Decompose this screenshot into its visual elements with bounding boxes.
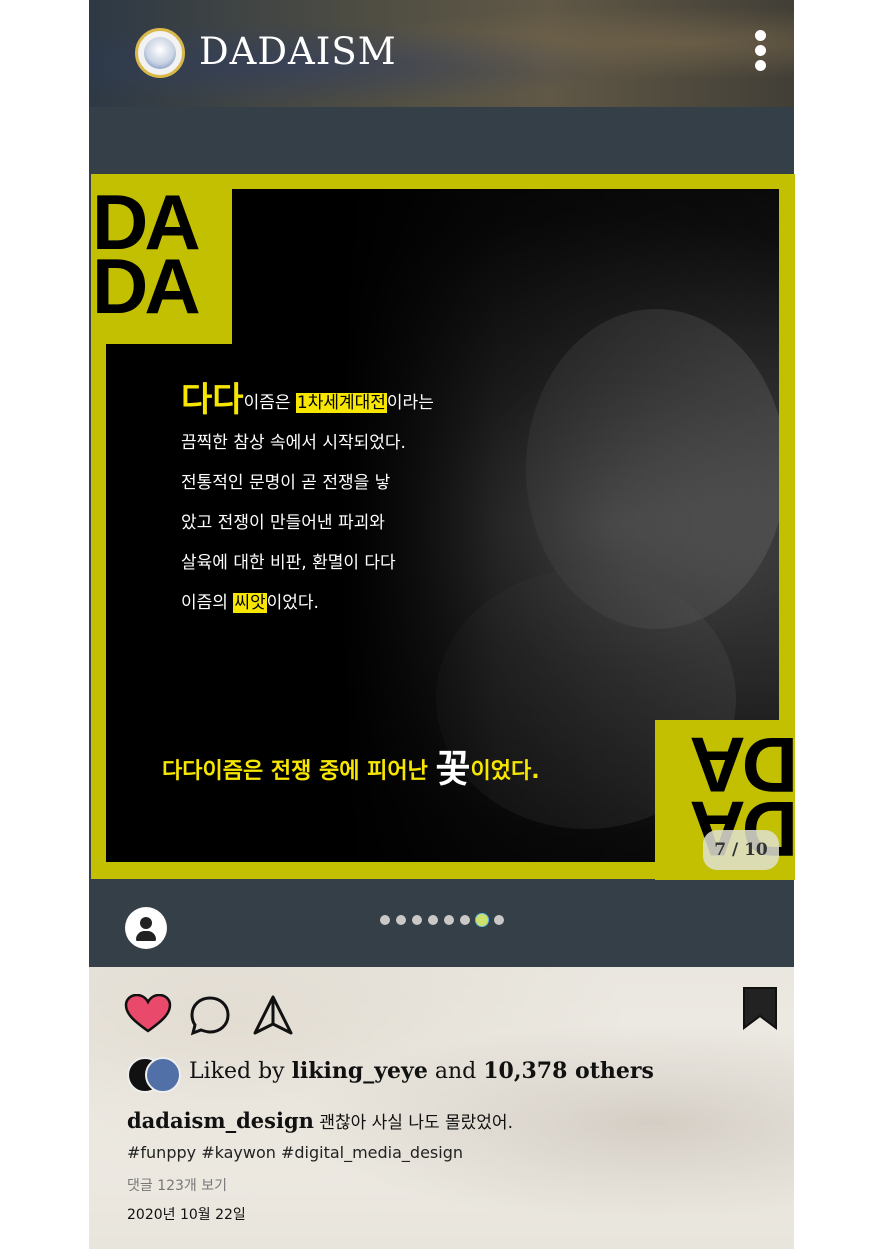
caption-username[interactable]: dadaism_design [127,1108,314,1133]
view-comments-link[interactable]: 댓글 123개 보기 [127,1175,227,1195]
body-line-4: 았고 전쟁이 만들어낸 파괴와 [181,513,385,533]
body-text-span: 이즘의 [181,593,234,613]
body-line-5: 살육에 대한 비판, 환멸이 다다 [181,553,396,573]
send-icon[interactable] [251,994,295,1038]
bookmark-icon[interactable] [740,986,780,1030]
body-text-span: 이라는 [386,393,434,413]
kebab-dot [754,60,766,71]
post-hashtags[interactable]: #funppy #kaywon #digital_media_design [127,1143,463,1162]
account-name[interactable]: DADAISM [199,30,397,73]
body-line-3: 전통적인 문명이 곧 전쟁을 낳 [181,473,391,493]
user-icon-shoulders [136,931,156,941]
post-caption: dadaism_design 괜찮아 사실 나도 몰랐었어. [127,1108,513,1133]
tagline-flower-word: 꽃 [435,747,471,791]
body-line-1: 다다이즘은 1차세계대전이라는 [181,380,511,423]
user-icon-head [140,917,152,929]
liked-by-text[interactable]: Liked by liking_yeye and 10,378 others [189,1058,654,1084]
carousel-dot[interactable] [396,915,406,925]
slide-tagline: 다다이즘은 전쟁 중에 피어난 꽃이었다. [162,738,540,793]
caption-text: 괜찮아 사실 나도 몰랐었어. [319,1113,513,1133]
kebab-menu-icon[interactable] [753,30,767,80]
carousel-dot-active[interactable] [476,914,488,926]
slide-counter: 7 / 10 [703,830,779,870]
header-backdrop [89,0,794,107]
post-date: 2020년 10월 22일 [127,1207,246,1223]
carousel-dot[interactable] [460,915,470,925]
carousel-dot[interactable] [428,915,438,925]
dada-logo-top-left: DA DA [92,183,242,336]
highlight-seed: 씨앗 [233,593,267,613]
body-text-span: 이즘은 [243,393,296,413]
lead-word: 다다 [181,380,244,420]
heart-icon[interactable] [124,994,172,1034]
tagline-text: 이었다. [470,759,540,784]
profile-avatar-image [144,37,176,69]
slide-body-text: 다다이즘은 1차세계대전이라는 끔찍한 참상 속에서 시작되었다. 전통적인 문… [181,380,511,623]
body-line-6: 이즘의 씨앗이었다. [181,583,511,623]
likes-count-link[interactable]: 10,378 others [483,1058,654,1084]
liked-by-avatars[interactable] [127,1057,181,1093]
body-text-span: 이었다. [266,593,319,613]
liked-mid: and [427,1059,484,1084]
carousel-dot[interactable] [412,915,422,925]
profile-header: DADAISM [89,0,794,107]
dada-letters: DA [92,242,201,330]
carousel-dot[interactable] [444,915,454,925]
liked-user-link[interactable]: liking_yeye [292,1058,428,1084]
carousel-indicator [380,914,504,927]
comment-icon[interactable] [188,994,232,1038]
profile-avatar[interactable] [135,28,185,78]
dada-letters: DA [693,721,798,809]
body-line-2: 끔찍한 참상 속에서 시작되었다. [181,433,406,453]
carousel-dot[interactable] [494,915,504,925]
liked-prefix: Liked by [189,1059,292,1084]
carousel-dot[interactable] [380,915,390,925]
user-icon[interactable] [125,907,167,949]
kebab-dot [754,45,766,56]
kebab-dot [754,30,766,41]
avatar [145,1057,181,1093]
tagline-text: 다다이즘은 전쟁 중에 피어난 [162,759,436,784]
highlight-ww1: 1차세계대전 [295,393,387,413]
